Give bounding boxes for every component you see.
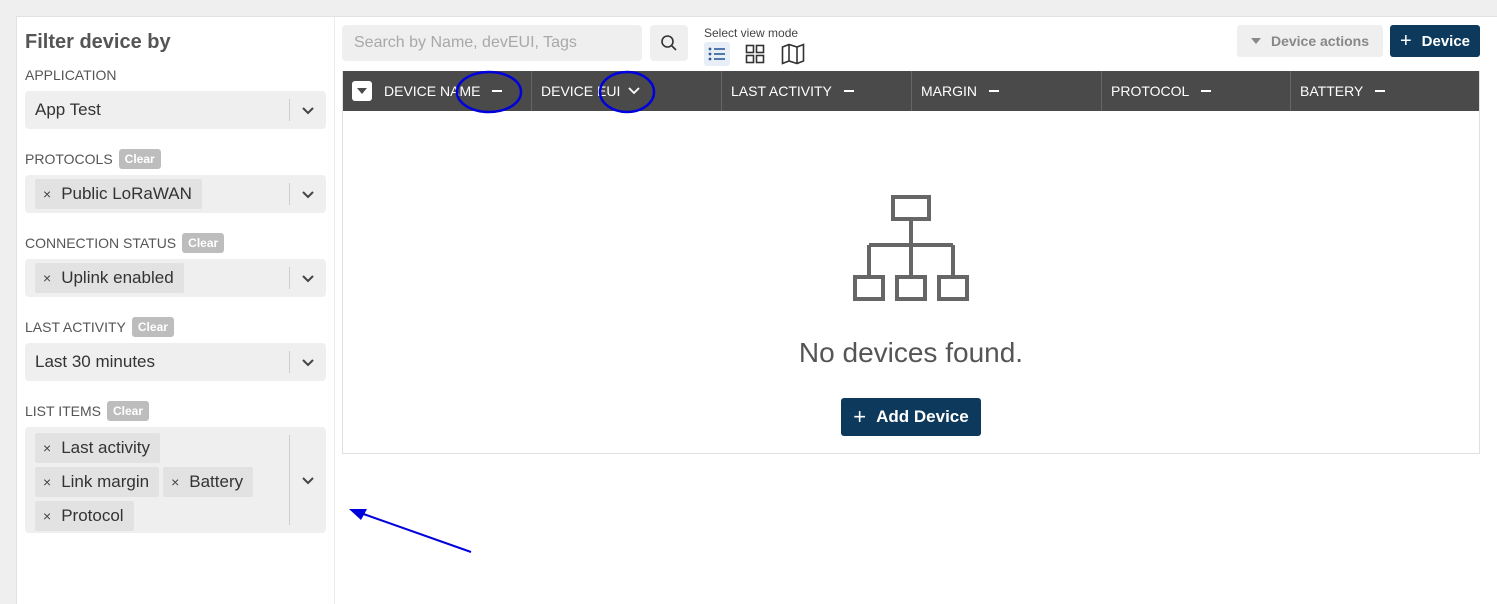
tag-label: Protocol	[61, 506, 124, 525]
view-mode-selector: Select view mode	[704, 26, 806, 66]
tag-row: × Last activity	[25, 431, 286, 465]
last-activity-label-text: LAST ACTIVITY	[25, 319, 126, 335]
search-icon	[661, 35, 677, 51]
sort-none-icon[interactable]	[492, 90, 503, 92]
tag-label: Last activity	[61, 438, 150, 457]
chevron-down-icon[interactable]	[300, 270, 316, 286]
column-label: DEVICE NAME	[384, 83, 481, 99]
last-activity-clear-button[interactable]: Clear	[131, 317, 174, 337]
protocols-clear-button[interactable]: Clear	[118, 149, 161, 169]
column-header-protocol[interactable]: PROTOCOL	[1102, 71, 1291, 111]
map-view-icon[interactable]	[780, 42, 806, 66]
device-actions-label: Device actions	[1270, 33, 1370, 49]
last-activity-label: LAST ACTIVITY Clear	[25, 317, 326, 337]
tag-label: Public LoRaWAN	[61, 184, 192, 203]
list-view-icon[interactable]	[704, 42, 730, 66]
list-item-tag: × Battery	[163, 467, 254, 497]
select-separator	[289, 267, 290, 289]
connection-status-tag: × Uplink enabled	[35, 263, 184, 293]
caret-down-icon	[1250, 38, 1261, 44]
select-separator	[289, 435, 290, 525]
sort-none-icon[interactable]	[843, 90, 854, 92]
list-items-label: LIST ITEMS Clear	[25, 401, 326, 421]
select-separator	[289, 99, 290, 121]
chevron-down-icon[interactable]	[300, 102, 316, 118]
connection-status-select[interactable]: × Uplink enabled	[25, 259, 326, 297]
column-header-last-activity[interactable]: LAST ACTIVITY	[722, 71, 912, 111]
device-button-label: Device	[1421, 32, 1471, 50]
sort-none-icon[interactable]	[1201, 90, 1212, 92]
select-separator	[289, 351, 290, 373]
add-device-label: Add Device	[876, 407, 969, 426]
list-items-select[interactable]: × Last activity × Link margin × Battery …	[25, 427, 326, 533]
caret-down-icon	[357, 87, 367, 94]
column-label: PROTOCOL	[1111, 83, 1190, 99]
remove-tag-icon[interactable]: ×	[43, 474, 51, 490]
device-list-card: Filter device by APPLICATION App Test PR…	[16, 16, 1497, 604]
device-table: DEVICE NAME DEVICE EUI LAST ACTIVITY MAR…	[342, 71, 1480, 454]
select-all-checkbox[interactable]	[352, 81, 372, 101]
connection-status-clear-button[interactable]: Clear	[182, 233, 225, 253]
tag-row: × Link margin × Battery	[25, 465, 286, 499]
tag-label: Uplink enabled	[61, 268, 174, 287]
plus-icon: +	[853, 404, 867, 429]
empty-state: No devices found. + Add Device	[343, 111, 1479, 453]
view-mode-icons	[704, 42, 806, 66]
column-label: BATTERY	[1300, 83, 1364, 99]
last-activity-select[interactable]: Last 30 minutes	[25, 343, 326, 381]
grid-view-icon[interactable]	[742, 42, 768, 66]
plus-icon: +	[1399, 29, 1412, 52]
protocols-label: PROTOCOLS Clear	[25, 149, 326, 169]
search-button[interactable]	[650, 25, 688, 61]
column-label: LAST ACTIVITY	[731, 83, 832, 99]
search-input[interactable]	[342, 25, 642, 61]
remove-tag-icon[interactable]: ×	[43, 186, 51, 202]
remove-tag-icon[interactable]: ×	[43, 508, 51, 524]
protocols-label-text: PROTOCOLS	[25, 151, 113, 167]
chevron-down-icon[interactable]	[300, 354, 316, 370]
view-mode-label: Select view mode	[704, 26, 799, 40]
sort-none-icon[interactable]	[989, 90, 999, 92]
chevron-down-icon[interactable]	[300, 186, 316, 202]
protocols-select[interactable]: × Public LoRaWAN	[25, 175, 326, 213]
tag-label: Battery	[189, 472, 244, 491]
add-device-top-button[interactable]: + Device	[1390, 25, 1480, 57]
column-header-device-eui[interactable]: DEVICE EUI	[532, 71, 722, 111]
remove-tag-icon[interactable]: ×	[43, 440, 51, 456]
sort-none-icon[interactable]	[1375, 90, 1386, 92]
column-header-margin[interactable]: MARGIN	[912, 71, 1102, 111]
chevron-down-icon[interactable]	[300, 472, 316, 488]
filter-sidebar: Filter device by APPLICATION App Test PR…	[17, 17, 335, 604]
application-label-text: APPLICATION	[25, 67, 117, 83]
sort-desc-icon[interactable]	[628, 87, 640, 95]
device-actions-button[interactable]: Device actions	[1237, 25, 1383, 57]
list-item-tag: × Protocol	[35, 501, 134, 531]
column-header-device-name[interactable]: DEVICE NAME	[343, 71, 532, 111]
tag-row: × Protocol	[25, 499, 286, 533]
list-item-tag: × Link margin	[35, 467, 160, 497]
table-header: DEVICE NAME DEVICE EUI LAST ACTIVITY MAR…	[343, 71, 1479, 111]
tag-label: Link margin	[61, 472, 150, 491]
application-label: APPLICATION	[25, 65, 326, 85]
remove-tag-icon[interactable]: ×	[171, 474, 179, 490]
connection-status-label-text: CONNECTION STATUS	[25, 235, 177, 251]
list-item-tag: × Last activity	[35, 433, 160, 463]
application-select[interactable]: App Test	[25, 91, 326, 129]
protocol-tag: × Public LoRaWAN	[35, 179, 202, 209]
connection-status-label: CONNECTION STATUS Clear	[25, 233, 326, 253]
select-separator	[289, 183, 290, 205]
column-label: MARGIN	[921, 83, 977, 99]
empty-message: No devices found.	[798, 337, 1024, 368]
filter-title: Filter device by	[25, 31, 171, 53]
last-activity-value: Last 30 minutes	[35, 352, 156, 371]
remove-tag-icon[interactable]: ×	[43, 270, 51, 286]
column-header-battery[interactable]: BATTERY	[1291, 71, 1479, 111]
list-items-label-text: LIST ITEMS	[25, 403, 101, 419]
network-hierarchy-icon	[853, 195, 969, 301]
column-label: DEVICE EUI	[541, 83, 621, 99]
application-value: App Test	[35, 100, 101, 119]
list-items-clear-button[interactable]: Clear	[106, 401, 150, 421]
add-device-button[interactable]: + Add Device	[841, 398, 981, 436]
